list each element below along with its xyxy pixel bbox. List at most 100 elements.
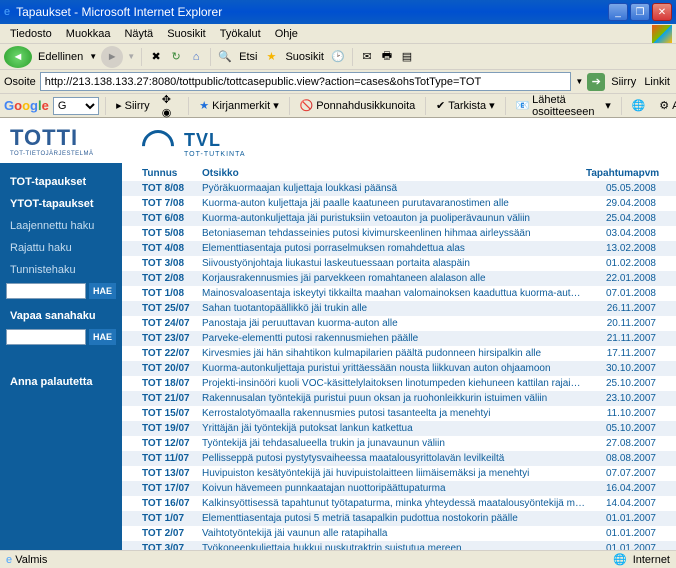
cell-tunnus[interactable]: TOT 22/07	[142, 347, 202, 360]
gbar-settings[interactable]: ⚙ Asetukset ▾	[655, 98, 676, 113]
hae-button-1[interactable]: HAE	[89, 283, 116, 299]
menu-item[interactable]: Muokkaa	[60, 26, 117, 42]
cell-tunnus[interactable]: TOT 16/07	[142, 497, 202, 510]
cell-otsikko[interactable]: Kuorma-autonkuljettaja jäi puristuksiin …	[202, 212, 586, 225]
cell-tunnus[interactable]: TOT 20/07	[142, 362, 202, 375]
refresh-icon[interactable]: ↻	[168, 49, 184, 65]
cell-otsikko[interactable]: Kuorma-autonkuljettaja puristui yrittäes…	[202, 362, 586, 375]
table-row[interactable]: TOT 13/07Huvipuiston kesätyöntekijä jäi …	[122, 466, 676, 481]
cell-tunnus[interactable]: TOT 7/08	[142, 197, 202, 210]
table-row[interactable]: TOT 22/07Kirvesmies jäi hän sihahtikon k…	[122, 346, 676, 361]
cell-tunnus[interactable]: TOT 12/07	[142, 437, 202, 450]
sidebar-item[interactable]: Tunnistehaku	[0, 259, 122, 281]
table-row[interactable]: TOT 20/07Kuorma-autonkuljettaja puristui…	[122, 361, 676, 376]
menu-item[interactable]: Näytä	[118, 26, 159, 42]
table-row[interactable]: TOT 6/08Kuorma-autonkuljettaja jäi puris…	[122, 211, 676, 226]
address-dropdown-icon[interactable]: ▼	[575, 77, 583, 86]
gbar-send[interactable]: 📧 Lähetä osoitteeseen ▾	[511, 93, 614, 119]
windows-logo-icon[interactable]	[652, 25, 672, 43]
table-row[interactable]: TOT 23/07Parveke-elementti putosi rakenn…	[122, 331, 676, 346]
cell-otsikko[interactable]: Parveke-elementti putosi rakennusmiehen …	[202, 332, 586, 345]
table-row[interactable]: TOT 1/08Mainosvaloasentaja iskeytyi tikk…	[122, 286, 676, 301]
gbar-check[interactable]: ✔ Tarkista ▾	[432, 98, 499, 113]
cell-tunnus[interactable]: TOT 11/07	[142, 452, 202, 465]
favorites-label[interactable]: Suosikit	[283, 51, 326, 63]
cell-otsikko[interactable]: Pyöräkuormaajan kuljettaja loukkasi pään…	[202, 182, 586, 195]
sidebar-item[interactable]: TOT-tapaukset	[0, 171, 122, 193]
tunniste-input[interactable]	[6, 283, 86, 299]
history-icon[interactable]: 🕑	[330, 49, 346, 65]
gbar-extra[interactable]: 🌐	[628, 98, 650, 113]
gbar-popup[interactable]: 🚫 Ponnahdusikkunoita	[295, 98, 419, 113]
table-row[interactable]: TOT 7/08Kuorma-auton kuljettaja jäi paal…	[122, 196, 676, 211]
cell-otsikko[interactable]: Korjausrakennusmies jäi parvekkeen romah…	[202, 272, 586, 285]
stop-icon[interactable]: ✖	[148, 49, 164, 65]
menu-item[interactable]: Suosikit	[161, 26, 212, 42]
table-row[interactable]: TOT 25/07Sahan tuotantopäällikkö jäi tru…	[122, 301, 676, 316]
google-logo[interactable]: Google	[4, 98, 49, 113]
menu-item[interactable]: Työkalut	[214, 26, 267, 42]
cell-tunnus[interactable]: TOT 5/08	[142, 227, 202, 240]
cell-otsikko[interactable]: Sahan tuotantopäällikkö jäi trukin alle	[202, 302, 586, 315]
sidebar-item[interactable]: Laajennettu haku	[0, 215, 122, 237]
go-button[interactable]: ➔	[587, 73, 605, 91]
table-row[interactable]: TOT 24/07Panostaja jäi peruuttavan kuorm…	[122, 316, 676, 331]
cell-otsikko[interactable]: Kirvesmies jäi hän sihahtikon kulmapilar…	[202, 347, 586, 360]
cell-otsikko[interactable]: Kuorma-auton kuljettaja jäi paalle kaatu…	[202, 197, 586, 210]
cell-otsikko[interactable]: Työntekijä jäi tehdasalueella trukin ja …	[202, 437, 586, 450]
cell-tunnus[interactable]: TOT 25/07	[142, 302, 202, 315]
table-row[interactable]: TOT 16/07Kalkinsyöttisessä tapahtunut ty…	[122, 496, 676, 511]
cell-tunnus[interactable]: TOT 13/07	[142, 467, 202, 480]
cell-tunnus[interactable]: TOT 23/07	[142, 332, 202, 345]
minimize-button[interactable]: _	[608, 3, 628, 21]
favorites-icon[interactable]: ★	[263, 49, 279, 65]
table-row[interactable]: TOT 5/08Betoniaseman tehdasseinies putos…	[122, 226, 676, 241]
cell-otsikko[interactable]: Kalkinsyöttisessä tapahtunut työtapaturm…	[202, 497, 586, 510]
print-icon[interactable]: 🖶	[379, 49, 395, 65]
cell-tunnus[interactable]: TOT 2/08	[142, 272, 202, 285]
home-icon[interactable]: ⌂	[188, 49, 204, 65]
back-button[interactable]: ◄	[4, 46, 32, 68]
cell-tunnus[interactable]: TOT 3/08	[142, 257, 202, 270]
cell-tunnus[interactable]: TOT 8/08	[142, 182, 202, 195]
th-tunnus[interactable]: Tunnus	[142, 168, 202, 179]
cell-tunnus[interactable]: TOT 4/08	[142, 242, 202, 255]
table-row[interactable]: TOT 1/07Elementtiasentaja putosi 5 metri…	[122, 511, 676, 526]
table-row[interactable]: TOT 4/08Elementtiasentaja putosi porrase…	[122, 241, 676, 256]
cell-tunnus[interactable]: TOT 18/07	[142, 377, 202, 390]
cell-otsikko[interactable]: Koivun hävemeen punnkaatajan nuottoripää…	[202, 482, 586, 495]
search-label[interactable]: Etsi	[237, 51, 259, 63]
cell-otsikko[interactable]: Työkoneenkuljettaja hukkui puskutraktrin…	[202, 542, 586, 550]
cell-otsikko[interactable]: Elementtiasentaja putosi 5 metriä tasapa…	[202, 512, 586, 525]
table-row[interactable]: TOT 8/08Pyöräkuormaajan kuljettaja loukk…	[122, 181, 676, 196]
table-row[interactable]: TOT 2/07Vaihtotyöntekijä jäi vaunun alle…	[122, 526, 676, 541]
go-label[interactable]: Siirry	[609, 76, 638, 88]
cell-otsikko[interactable]: Pellisseppä putosi pystytysvaiheessa maa…	[202, 452, 586, 465]
cell-tunnus[interactable]: TOT 24/07	[142, 317, 202, 330]
cell-otsikko[interactable]: Kerrostalotyömaalla rakennusmies putosi …	[202, 407, 586, 420]
sidebar-item[interactable]: YTOT-tapaukset	[0, 193, 122, 215]
cell-otsikko[interactable]: Rakennusalan työntekijä puristui puun ok…	[202, 392, 586, 405]
vapaa-input[interactable]	[6, 329, 86, 345]
table-row[interactable]: TOT 19/07Yrittäjän jäi työntekijä putoks…	[122, 421, 676, 436]
cell-otsikko[interactable]: Elementtiasentaja putosi porraselmuksen …	[202, 242, 586, 255]
cell-tunnus[interactable]: TOT 17/07	[142, 482, 202, 495]
cell-otsikko[interactable]: Projekti-insinööri kuoli VOC-käsittelyla…	[202, 377, 586, 390]
address-input[interactable]	[40, 72, 572, 91]
cell-otsikko[interactable]: Panostaja jäi peruuttavan kuorma-auton a…	[202, 317, 586, 330]
gbar-bookmarks[interactable]: ★ Kirjanmerkit ▾	[195, 98, 282, 113]
cell-otsikko[interactable]: Huvipuiston kesätyöntekijä jäi huvipuist…	[202, 467, 586, 480]
cell-otsikko[interactable]: Vaihtotyöntekijä jäi vaunun alle ratapih…	[202, 527, 586, 540]
links-label[interactable]: Linkit	[642, 76, 672, 88]
cell-otsikko[interactable]: Mainosvaloasentaja iskeytyi tikkailta ma…	[202, 287, 586, 300]
maximize-button[interactable]: ❐	[630, 3, 650, 21]
table-row[interactable]: TOT 17/07Koivun hävemeen punnkaatajan nu…	[122, 481, 676, 496]
table-row[interactable]: TOT 12/07Työntekijä jäi tehdasalueella t…	[122, 436, 676, 451]
table-row[interactable]: TOT 2/08Korjausrakennusmies jäi parvekke…	[122, 271, 676, 286]
edit-icon[interactable]: ▤	[399, 49, 415, 65]
menu-item[interactable]: Ohje	[269, 26, 304, 42]
cell-otsikko[interactable]: Siivoustyönjohtaja liukastui laskeutuess…	[202, 257, 586, 270]
table-row[interactable]: TOT 3/07Työkoneenkuljettaja hukkui pusku…	[122, 541, 676, 550]
th-pvm[interactable]: Tapahtumapvm	[586, 168, 656, 179]
cell-otsikko[interactable]: Yrittäjän jäi työntekijä putoksat lankun…	[202, 422, 586, 435]
